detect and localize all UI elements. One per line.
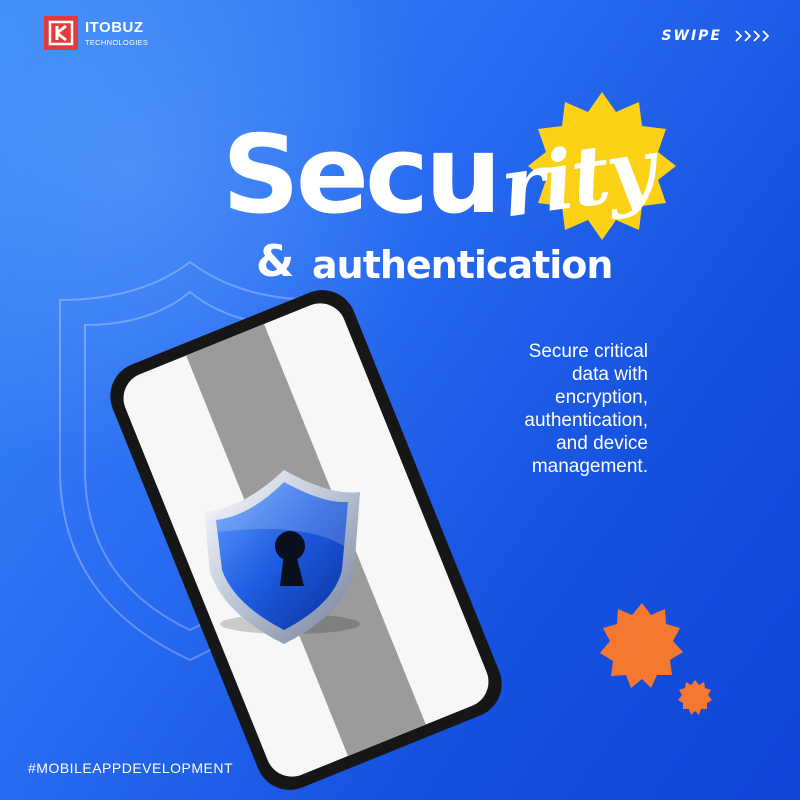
headline-part-2: rity bbox=[495, 120, 660, 237]
brand-tagline: TECHNOLOGIES bbox=[85, 37, 149, 47]
poster-canvas: ITOBUZ TECHNOLOGIES SWIPE Secu rity & au… bbox=[0, 0, 800, 800]
description-line: and device bbox=[556, 433, 648, 454]
chevrons-right-icon bbox=[734, 29, 772, 43]
logo-mark-icon bbox=[44, 16, 78, 50]
description-line: authentication, bbox=[524, 410, 648, 431]
description-line: encryption, bbox=[555, 387, 648, 408]
description-text: Secure critical data with encryption, au… bbox=[418, 340, 648, 478]
headline-part-1: Secu bbox=[222, 113, 502, 238]
headline-subtitle: authentication bbox=[312, 243, 613, 287]
description-line: management. bbox=[531, 456, 648, 477]
brand-logo[interactable]: ITOBUZ TECHNOLOGIES bbox=[44, 16, 148, 50]
headline-ampersand: & bbox=[256, 236, 295, 287]
hashtag-link[interactable]: #MOBILEAPPDEVELOPMENT bbox=[28, 760, 233, 776]
description-line: Secure critical bbox=[528, 341, 648, 362]
swipe-button[interactable]: SWIPE bbox=[661, 28, 772, 44]
brand-name: ITOBUZ bbox=[85, 18, 144, 36]
orange-burst-large-icon bbox=[600, 603, 683, 688]
swipe-label: SWIPE bbox=[661, 28, 722, 44]
description-line: data with bbox=[571, 364, 648, 385]
orange-burst-small-icon bbox=[678, 680, 712, 715]
logo-text: ITOBUZ TECHNOLOGIES bbox=[85, 20, 148, 47]
